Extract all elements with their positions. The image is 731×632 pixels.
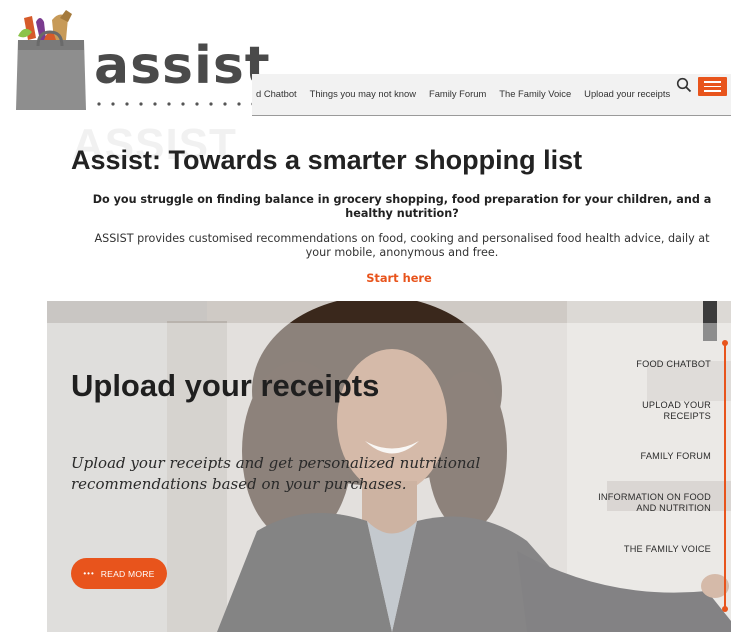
site-logo[interactable]: assist — [8, 6, 270, 112]
hero-side-nav: FOOD CHATBOT UPLOAD YOUR RECEIPTS FAMILY… — [513, 301, 713, 632]
side-nav-food-chatbot[interactable]: FOOD CHATBOT — [636, 359, 711, 370]
top-navbar: d Chatbot Things you may not know Family… — [252, 74, 731, 116]
nav-item-family-forum[interactable]: Family Forum — [429, 88, 486, 99]
side-nav-upload-receipts[interactable]: UPLOAD YOUR RECEIPTS — [621, 400, 711, 422]
read-more-button[interactable]: ••• READ MORE — [71, 558, 167, 589]
hamburger-menu-button[interactable] — [698, 77, 727, 96]
dots-icon: ••• — [83, 569, 95, 578]
side-nav-family-forum[interactable]: FAMILY FORUM — [641, 451, 711, 462]
search-icon[interactable] — [676, 77, 692, 93]
start-here-link[interactable]: Start here — [0, 271, 731, 285]
hero-description: Upload your receipts and get personalize… — [71, 454, 481, 493]
side-nav-dot-bottom — [722, 606, 728, 612]
read-more-label: READ MORE — [100, 568, 155, 579]
hero-banner: Upload your receipts Upload your receipt… — [47, 301, 731, 632]
hero-title: Upload your receipts — [71, 368, 380, 403]
logo-text: assist — [94, 36, 271, 96]
intro-description: ASSIST provides customised recommendatio… — [94, 232, 710, 259]
intro-question: Do you struggle on finding balance in gr… — [92, 193, 712, 220]
hamburger-icon — [704, 81, 721, 83]
shopping-bag-icon — [16, 10, 86, 110]
side-nav-family-voice[interactable]: THE FAMILY VOICE — [624, 544, 711, 555]
page-title: Assist: Towards a smarter shopping list — [71, 145, 583, 175]
side-nav-progress-line — [724, 344, 726, 609]
logo-dots-decoration — [97, 102, 255, 106]
side-nav-dot-top — [722, 340, 728, 346]
side-nav-information-food-nutrition[interactable]: INFORMATION ON FOOD AND NUTRITION — [591, 492, 711, 514]
nav-item-things-you-may-not-know[interactable]: Things you may not know — [310, 88, 416, 99]
nav-item-upload-receipts[interactable]: Upload your receipts — [584, 88, 670, 99]
nav-item-food-chatbot[interactable]: d Chatbot — [256, 88, 297, 99]
nav-links: d Chatbot Things you may not know Family… — [252, 88, 683, 99]
nav-item-family-voice[interactable]: The Family Voice — [499, 88, 571, 99]
